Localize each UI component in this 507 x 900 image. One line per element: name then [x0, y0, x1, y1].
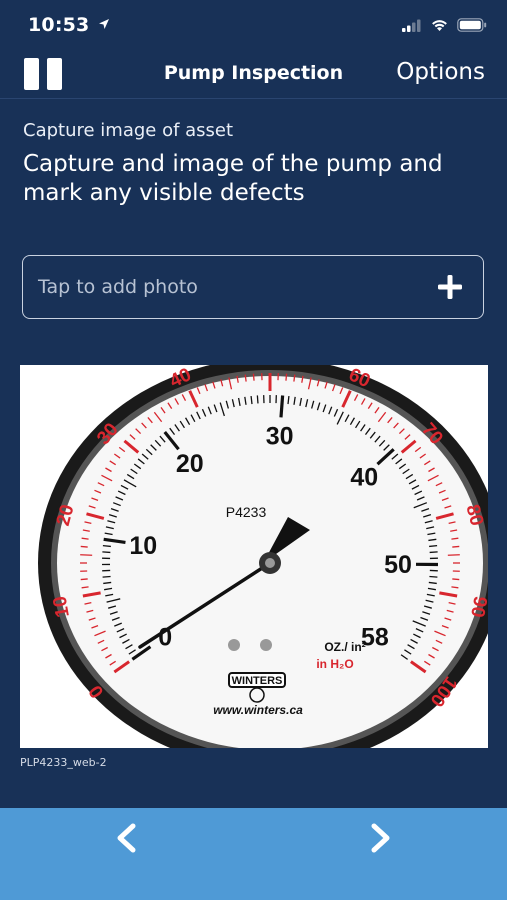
gauge-model-label: P4233 [226, 504, 267, 520]
gauge-screw-left [228, 639, 240, 651]
black-tick [102, 551, 111, 554]
red-tick [80, 554, 93, 556]
red-tick [451, 586, 459, 589]
red-tick [451, 537, 459, 540]
red-scale-label: 10 [50, 594, 74, 618]
red-tick [252, 373, 255, 381]
step-description: Capture and image of the pump and mark a… [23, 151, 443, 206]
red-tick [452, 545, 460, 548]
header-divider [0, 98, 507, 99]
image-caption: PLP4233_web-2 [20, 756, 107, 769]
red-scale-label: 50 [259, 365, 280, 369]
black-tick [429, 544, 438, 548]
bottom-navigation-bar [0, 808, 507, 900]
captured-image[interactable]: 01020304050607080901000102030405058P4233… [20, 365, 488, 748]
red-tick [81, 586, 89, 589]
gauge-unit-h2o: in H₂O [316, 657, 353, 671]
black-scale-label: 10 [129, 532, 157, 560]
black-tick [287, 395, 290, 405]
chevron-left-icon[interactable] [107, 818, 147, 858]
add-photo-placeholder: Tap to add photo [38, 276, 198, 298]
red-scale-label: 90 [466, 594, 488, 618]
black-tick [256, 395, 259, 404]
step-label: Capture image of asset [23, 120, 234, 141]
red-tick [81, 537, 89, 540]
gauge-screw-right [260, 639, 272, 651]
black-tick [102, 544, 111, 548]
gauge-brand: WINTERS [232, 675, 283, 687]
black-tick [279, 395, 285, 418]
chevron-right-icon[interactable] [360, 818, 400, 858]
red-tick [452, 578, 460, 581]
red-tick [244, 374, 247, 382]
red-tick [80, 578, 88, 581]
black-scale-label: 50 [384, 551, 412, 579]
wifi-icon [432, 20, 447, 31]
black-tick [429, 575, 438, 578]
plus-icon[interactable] [437, 274, 463, 300]
status-time-text: 10:53 [28, 14, 90, 36]
black-tick [429, 551, 438, 554]
add-photo-field[interactable]: Tap to add photo [22, 255, 484, 319]
red-tick [80, 545, 88, 548]
black-tick [250, 395, 253, 405]
black-scale-label: 20 [176, 450, 204, 478]
black-scale-label: 30 [266, 422, 294, 450]
black-scale-label: 40 [350, 463, 378, 491]
pressure-gauge-photo: 01020304050607080901000102030405058P4233… [38, 365, 488, 748]
red-tick [285, 373, 288, 381]
battery-icon [457, 18, 487, 32]
status-time: 10:53 [28, 14, 110, 36]
status-icons [402, 18, 487, 32]
red-tick [447, 554, 460, 556]
gauge-unit-oz: OZ./ in² [324, 640, 365, 654]
status-bar: 10:53 [0, 0, 507, 50]
gauge-website: www.winters.ca [213, 703, 303, 717]
options-button[interactable]: Options [396, 59, 485, 85]
gauge-hub-center [265, 558, 275, 568]
signal-icon [402, 19, 421, 32]
black-tick [102, 575, 111, 578]
red-tick [293, 374, 296, 382]
location-arrow-icon [99, 19, 110, 29]
